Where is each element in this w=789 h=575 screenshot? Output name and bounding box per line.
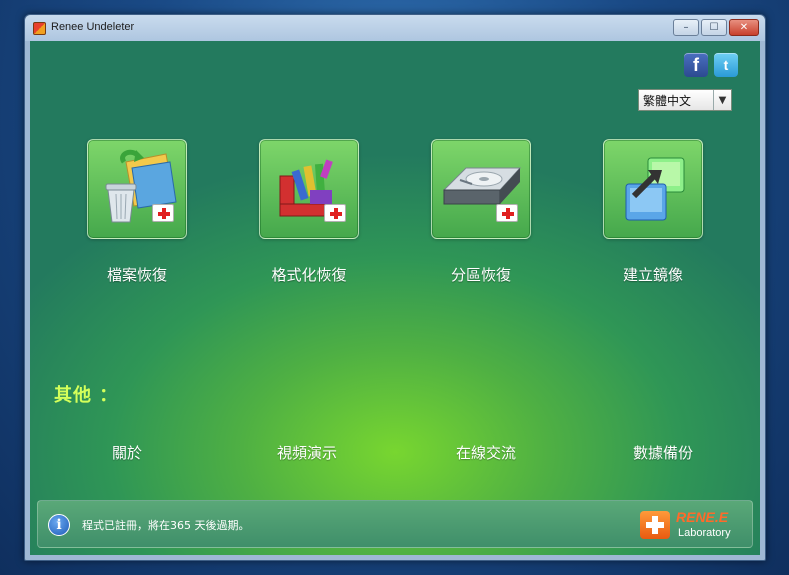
maximize-button[interactable]: ☐ (701, 19, 727, 36)
status-bar: i 程式已註冊，將在365 天後過期。 RENE.E Laboratory (37, 500, 753, 548)
renee-logo[interactable]: RENE.E Laboratory (640, 507, 744, 543)
main-panel: f t 繁體中文 ▼ 檔案恢復 格式化恢復 分區恢復 建立鏡像 其他 ： 關於 … (30, 41, 760, 555)
recovery-badge-icon (324, 204, 346, 222)
data-backup-link[interactable]: 數據備份 (603, 442, 723, 463)
minimize-button[interactable]: – (673, 19, 699, 36)
social-links: f t (684, 53, 738, 77)
format-recovery-icon (279, 159, 333, 217)
online-chat-link[interactable]: 在線交流 (426, 442, 546, 463)
create-image-label[interactable]: 建立鏡像 (583, 264, 723, 285)
video-demo-link[interactable]: 視頻演示 (247, 442, 367, 463)
disk-image-icon (625, 157, 685, 221)
partition-recovery-label[interactable]: 分區恢復 (411, 264, 551, 285)
hard-drive-partition-icon (442, 167, 522, 205)
title-bar[interactable]: Renee Undeleter – ☐ ✕ (25, 15, 765, 41)
about-link[interactable]: 關於 (67, 442, 187, 463)
registration-status: 程式已註冊，將在365 天後過期。 (82, 519, 250, 532)
logo-name: RENE.E (676, 509, 729, 525)
window-title: Renee Undeleter (51, 21, 135, 33)
language-select-value: 繁體中文 (643, 94, 692, 108)
app-window: Renee Undeleter – ☐ ✕ f t 繁體中文 ▼ 檔案恢復 格式… (24, 14, 766, 561)
partition-recovery-button[interactable] (431, 139, 531, 239)
window-controls: – ☐ ✕ (673, 19, 759, 36)
dropdown-arrow-icon[interactable]: ▼ (713, 90, 731, 110)
format-recovery-button[interactable] (259, 139, 359, 239)
language-select[interactable]: 繁體中文 ▼ (638, 89, 732, 111)
create-image-button[interactable] (603, 139, 703, 239)
file-recovery-label[interactable]: 檔案恢復 (67, 264, 207, 285)
facebook-icon[interactable]: f (684, 53, 708, 77)
others-section-title: 其他 ： (54, 385, 119, 406)
logo-subtitle: Laboratory (678, 527, 731, 539)
recovery-badge-icon (152, 204, 174, 222)
recycle-bin-file-recovery-icon (105, 149, 177, 223)
format-recovery-label[interactable]: 格式化恢復 (239, 264, 379, 285)
info-icon: i (48, 514, 70, 536)
file-recovery-button[interactable] (87, 139, 187, 239)
close-button[interactable]: ✕ (729, 19, 759, 36)
app-icon (33, 22, 46, 35)
twitter-icon[interactable]: t (714, 53, 738, 77)
recovery-badge-icon (496, 204, 518, 222)
renee-cross-icon (640, 511, 670, 539)
